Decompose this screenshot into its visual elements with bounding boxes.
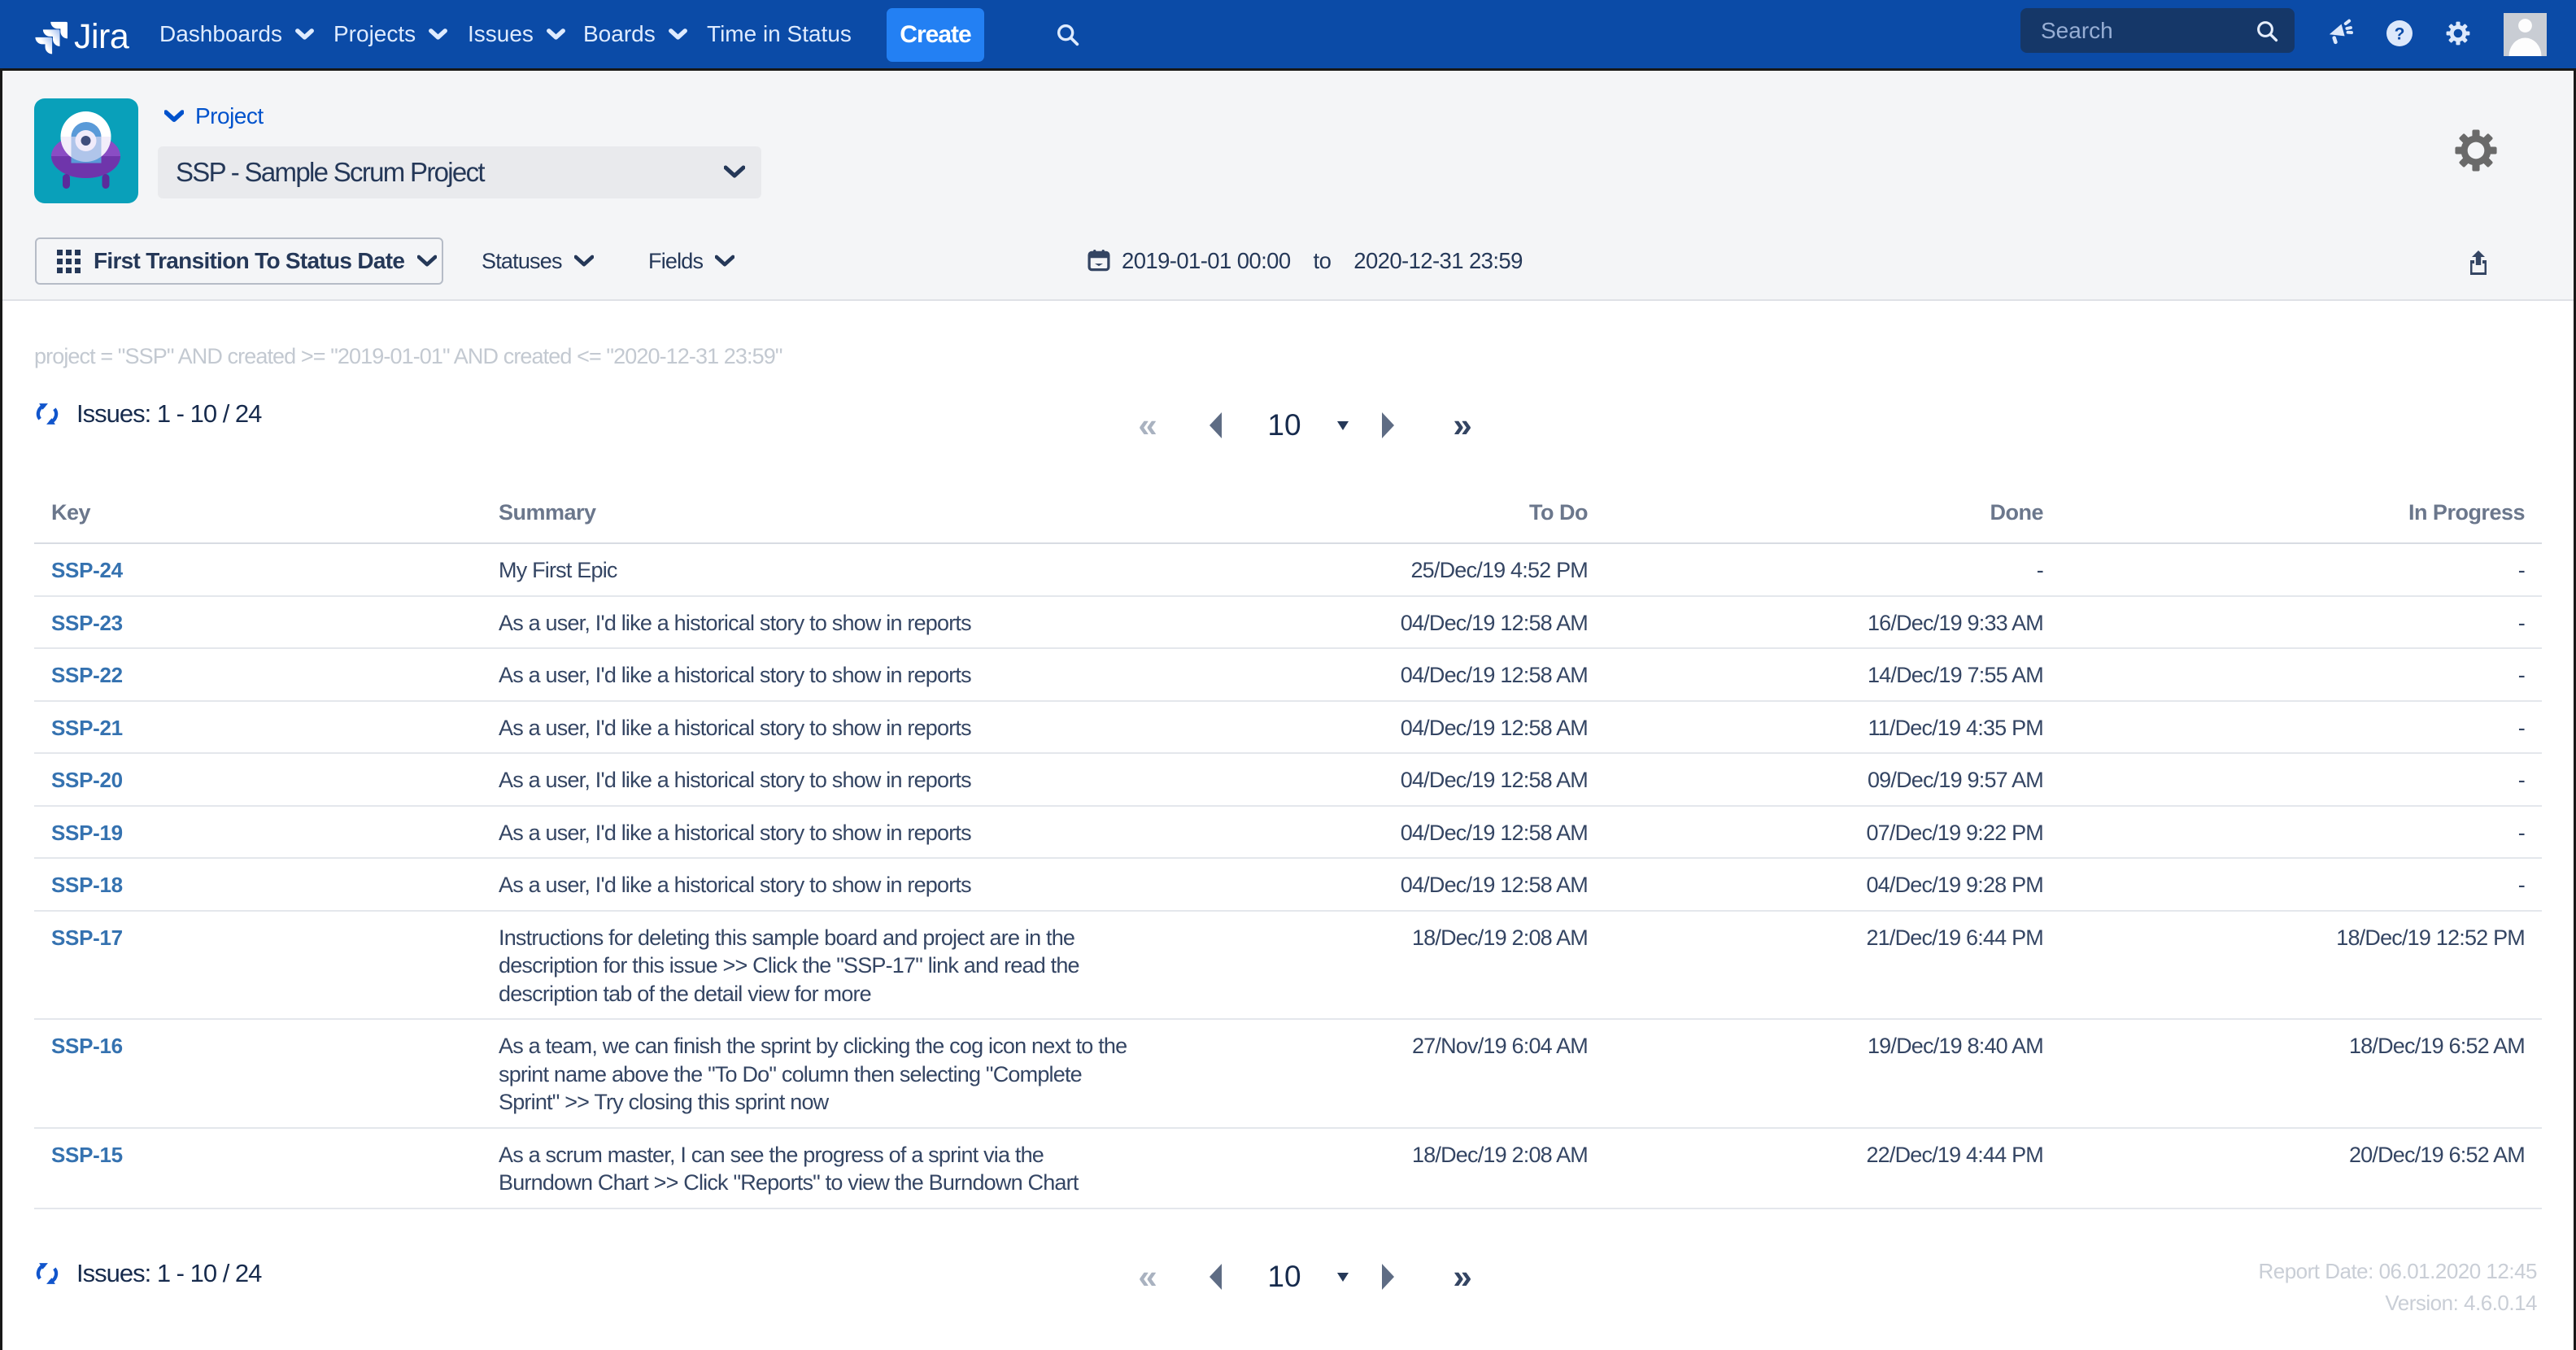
- svg-text:?: ?: [2395, 25, 2405, 44]
